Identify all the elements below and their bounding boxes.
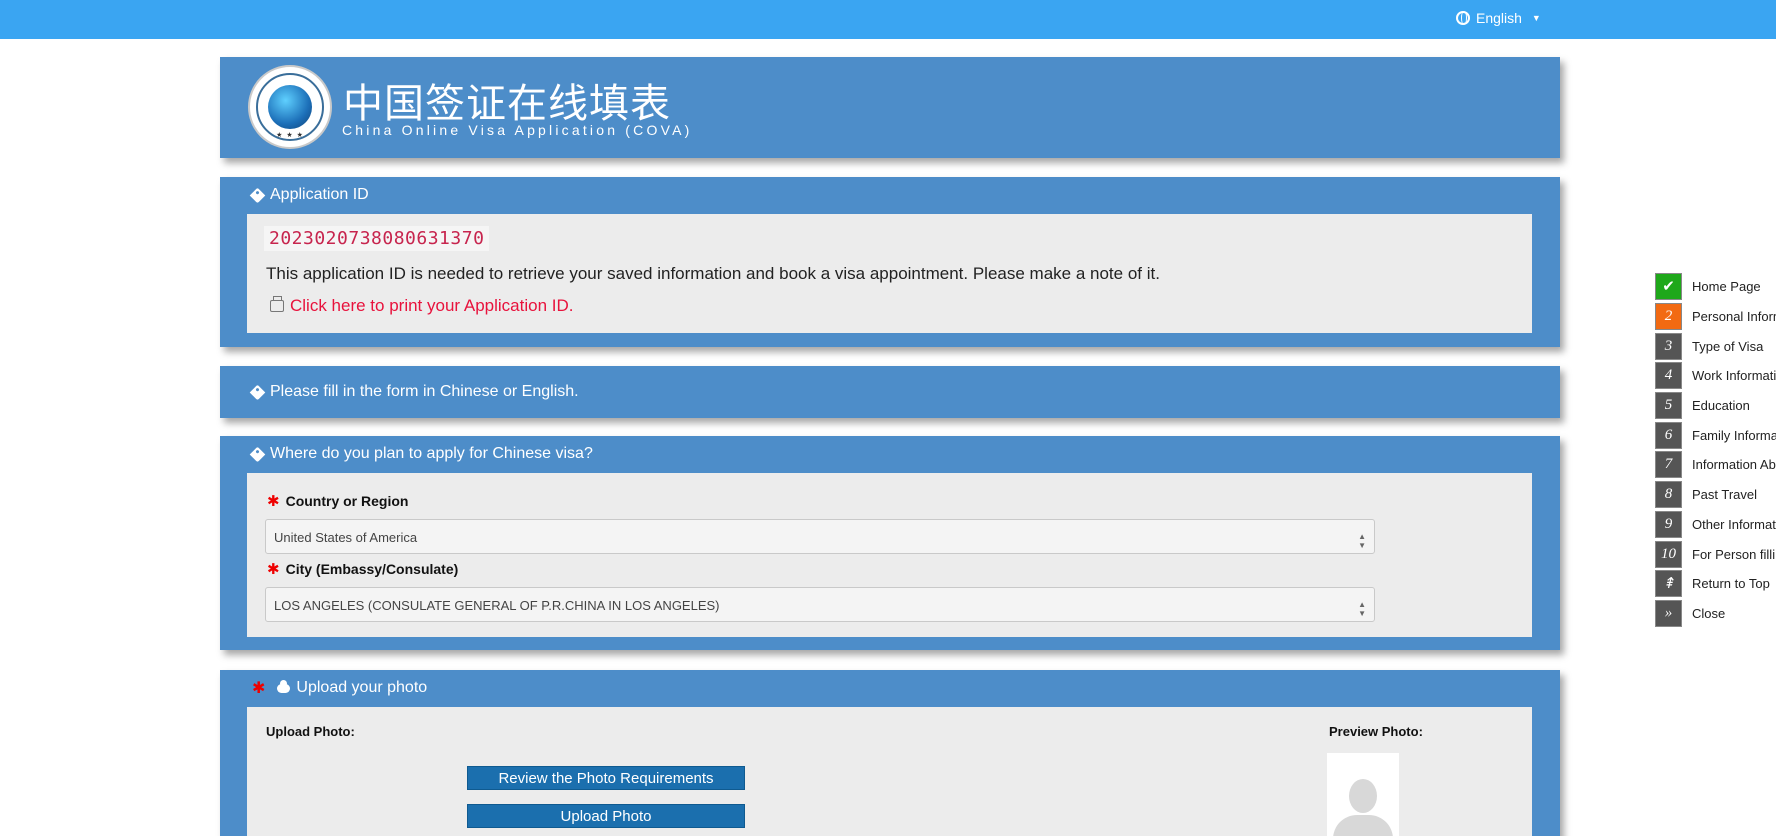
step-label: Work Information <box>1692 368 1776 384</box>
step-number: 2 <box>1655 303 1682 331</box>
step-label: Type of Visa <box>1692 338 1764 354</box>
step-nav-item[interactable]: 3 Type of Visa <box>1655 331 1776 361</box>
step-nav-item[interactable]: ⇞ Return to Top <box>1655 569 1776 599</box>
upload-photo-label: Upload Photo: <box>266 724 355 739</box>
upload-heading: Upload your photo <box>296 679 428 696</box>
upload-photo-button[interactable]: Upload Photo <box>467 804 745 828</box>
step-label: Past Travel <box>1692 487 1758 503</box>
globe-icon <box>1456 11 1470 25</box>
step-nav-item[interactable]: » Close <box>1655 599 1776 629</box>
country-label-text: Country or Region <box>285 493 409 509</box>
photo-preview <box>1327 753 1399 836</box>
caret-down-icon: ▼ <box>1531 13 1541 23</box>
step-nav-item[interactable]: 9 Other Information <box>1655 510 1776 540</box>
step-number: » <box>1655 599 1682 627</box>
site-header: ★ ★ ★ 中国签证在线填表 China Online Visa Applica… <box>220 57 1560 158</box>
tag-icon <box>249 384 266 400</box>
language-selector[interactable]: English ▼ <box>1456 10 1541 26</box>
printer-icon <box>270 296 284 312</box>
step-number: 10 <box>1655 540 1682 568</box>
city-label-text: City (Embassy/Consulate) <box>285 561 459 577</box>
step-nav-item[interactable]: 7 Information About <box>1655 450 1776 480</box>
required-asterisk: ✱ <box>267 493 280 510</box>
step-label: Close <box>1692 605 1726 621</box>
application-id-panel: Application ID 2023020738080631370 This … <box>220 177 1560 347</box>
step-label: Other Information <box>1692 516 1776 532</box>
step-label: Home Page <box>1692 279 1761 295</box>
upload-photo-panel: ✱ Upload your photo Upload Photo: Previe… <box>220 670 1560 836</box>
fill-notice-text: Please fill in the form in Chinese or En… <box>270 383 579 400</box>
review-photo-requirements-button[interactable]: Review the Photo Requirements <box>467 766 745 790</box>
title-english: China Online Visa Application (COVA) <box>342 122 693 138</box>
tag-icon <box>249 446 266 462</box>
country-select-value: United States of America <box>274 530 418 545</box>
tag-icon <box>249 187 266 203</box>
panel-heading: ✱ Upload your photo <box>220 670 1560 706</box>
step-label: Personal Information <box>1692 309 1776 325</box>
step-nav-item[interactable]: ✔ Home Page <box>1655 272 1776 302</box>
step-number: 7 <box>1655 451 1682 479</box>
title-chinese: 中国签证在线填表 <box>343 81 671 127</box>
fill-notice-panel: Please fill in the form in Chinese or En… <box>220 366 1560 418</box>
step-label: For Person filling <box>1692 546 1776 562</box>
application-id-heading: Application ID <box>270 186 369 203</box>
top-bar: English ▼ <box>0 0 1776 39</box>
step-number: 9 <box>1655 510 1682 538</box>
panel-heading: Where do you plan to apply for Chinese v… <box>220 436 1560 472</box>
country-select[interactable]: United States of America ▲ ▼ <box>265 519 1375 554</box>
step-number: 5 <box>1655 392 1682 420</box>
application-id-note: This application ID is needed to retriev… <box>266 264 1160 283</box>
step-nav-item[interactable]: 6 Family Information <box>1655 420 1776 450</box>
step-number: 8 <box>1655 481 1682 509</box>
step-label: Information About <box>1692 457 1776 473</box>
required-asterisk: ✱ <box>267 561 280 578</box>
select-arrow-icon: ▲ ▼ <box>1358 532 1366 550</box>
panel-body: ✱ Country or Region United States of Amer… <box>247 473 1532 637</box>
step-label: Family Information <box>1692 427 1776 443</box>
step-navigation: ✔ Home Page 2 Personal Information 3 Type of … <box>1655 272 1776 628</box>
panel-heading: Please fill in the form in Chinese or En… <box>220 366 1560 418</box>
preview-photo-label: Preview Photo: <box>1329 724 1423 739</box>
step-number: 6 <box>1655 421 1682 449</box>
step-nav-item[interactable]: 2 Personal Information <box>1655 302 1776 332</box>
step-nav-item[interactable]: 10 For Person filling <box>1655 539 1776 569</box>
step-number: ✔ <box>1655 273 1682 301</box>
panel-body: Upload Photo: Preview Photo: Review the … <box>247 707 1532 836</box>
step-number: 4 <box>1655 362 1682 390</box>
apply-location-heading: Where do you plan to apply for Chinese v… <box>270 445 593 462</box>
step-number: ⇞ <box>1655 570 1682 598</box>
application-id-value: 2023020738080631370 <box>264 226 490 251</box>
city-select-value: LOS ANGELES (CONSULATE GENERAL OF P.R.CH… <box>274 598 720 613</box>
print-application-id-link[interactable]: Click here to print your Application ID. <box>270 296 573 316</box>
step-number: 3 <box>1655 332 1682 360</box>
required-asterisk: ✱ <box>252 680 266 697</box>
step-label: Return to Top <box>1692 576 1770 592</box>
step-nav-item[interactable]: 8 Past Travel <box>1655 480 1776 510</box>
country-label: ✱ Country or Region <box>267 492 408 510</box>
select-arrow-icon: ▲ ▼ <box>1358 600 1366 618</box>
print-link-label: Click here to print your Application ID. <box>290 296 574 315</box>
city-select[interactable]: LOS ANGELES (CONSULATE GENERAL OF P.R.CH… <box>265 587 1375 622</box>
panel-body: 2023020738080631370 This application ID … <box>247 214 1532 333</box>
city-label: ✱ City (Embassy/Consulate) <box>267 560 458 578</box>
cloud-upload-icon <box>277 679 291 693</box>
step-label: Education <box>1692 398 1750 414</box>
language-label: English <box>1476 10 1522 26</box>
step-nav-item[interactable]: 4 Work Information <box>1655 361 1776 391</box>
panel-heading: Application ID <box>220 177 1560 213</box>
step-nav-item[interactable]: 5 Education <box>1655 391 1776 421</box>
apply-location-panel: Where do you plan to apply for Chinese v… <box>220 436 1560 650</box>
consular-affairs-logo: ★ ★ ★ <box>248 65 332 149</box>
